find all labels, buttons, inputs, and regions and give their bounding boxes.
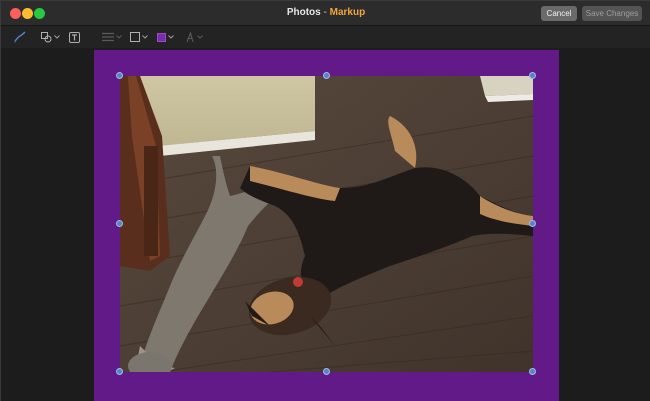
photos-window: Photos - Markup Cancel Save Changes [0,0,650,401]
chevron-down-icon [116,35,122,39]
resize-handle-bottom[interactable] [323,368,330,375]
markup-canvas [1,48,650,401]
mode-label: Markup [329,7,366,18]
resize-handle-top-left[interactable] [116,72,123,79]
resize-handle-left[interactable] [116,220,123,227]
cancel-button[interactable]: Cancel [541,6,577,21]
markup-toolbar [1,26,650,48]
title-separator: - [323,7,327,18]
line-style-icon [102,32,114,42]
text-style-icon [185,31,195,43]
shapes-icon [41,31,52,43]
chevron-down-icon [54,35,60,39]
chevron-down-icon [142,35,148,39]
sketch-tool-button[interactable] [13,31,27,43]
text-icon [69,31,80,43]
resize-handle-top-right[interactable] [529,72,536,79]
resize-handle-top[interactable] [323,72,330,79]
chevron-down-icon [197,35,203,39]
app-name: Photos [286,7,321,18]
text-tool-button[interactable] [69,31,80,43]
title-bar: Photos - Markup Cancel Save Changes [1,1,650,26]
shapes-tool-button[interactable] [41,31,60,43]
resize-handle-right[interactable] [529,220,536,227]
chevron-down-icon [168,35,174,39]
fill-color-icon [157,32,166,42]
resize-handle-bottom-right[interactable] [529,368,536,375]
sketch-icon [13,31,27,43]
border-color-button[interactable] [130,31,148,43]
photo-dog-and-cat [120,76,533,372]
save-changes-button[interactable]: Save Changes [582,6,642,21]
resize-handle-bottom-left[interactable] [116,368,123,375]
border-color-icon [130,32,140,42]
text-style-button[interactable] [185,31,203,43]
line-style-button[interactable] [102,31,122,43]
fill-color-button[interactable] [157,31,174,43]
